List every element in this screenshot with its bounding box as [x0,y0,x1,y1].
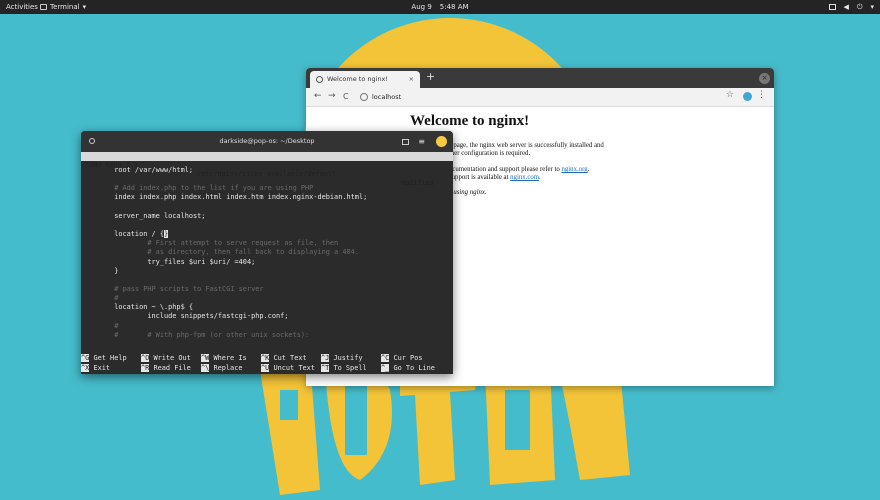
editor-line: server_name localhost; [81,211,206,220]
shortcut-label: To Spell [329,364,367,372]
paragraph-2-text-d: . [539,174,541,182]
shortcut-label: Replace [209,364,243,372]
new-tab-icon[interactable] [402,139,409,145]
screen-icon [828,4,836,10]
editor-line: location ~ \.php$ { [81,303,194,312]
favicon-icon [316,76,323,83]
nginx-com-link[interactable]: nginx.com [510,174,539,181]
editor-line: location / {} [81,230,169,239]
editor-line: # # With php-fpm (or other unix sockets)… [81,330,310,339]
text-cursor: } [163,230,169,239]
nano-shortcut[interactable]: ^U Uncut Text [261,363,315,373]
hamburger-menu-icon[interactable]: ≡ [418,131,425,152]
nano-shortcut[interactable]: ^W Where Is [201,353,247,363]
editor-line: index index.php index.html index.htm ind… [81,193,368,202]
nano-shortcut[interactable]: ^_ Go To Line [381,363,435,373]
shortcut-label: Where Is [209,354,247,362]
terminal-headerbar: darkside@pop-os: ~/Desktop ≡ [81,131,453,152]
nano-shortcut[interactable]: ^\ Replace [201,363,243,373]
clock-time: 5:48 AM [439,3,469,11]
terminal-window: darkside@pop-os: ~/Desktop ≡ GNU nano 3.… [81,131,453,374]
nano-shortcut[interactable]: ^C Cur Pos [381,353,423,363]
browser-tab[interactable]: Welcome to nginx! × [310,71,420,88]
nano-shortcut[interactable]: ^O Write Out [141,353,191,363]
nginx-org-link[interactable]: nginx.org [562,166,588,173]
system-tray[interactable]: ◀ ⏻ ▾ [828,0,874,14]
shortcut-label: Go To Line [389,364,435,372]
editor-line: # [81,321,119,330]
editor-line: root /var/www/html; [81,166,194,174]
paragraph-2-text-b: . [587,166,590,173]
info-icon [360,93,368,101]
browser-tab-strip: Welcome to nginx! × + × [306,68,774,88]
browser-close-button[interactable]: × [759,73,770,84]
page-paragraph-2: ocumentation and support please refer to… [449,166,589,183]
tray-chevron-icon: ▾ [870,3,874,11]
paragraph-2-text-a: ocumentation and support please refer to [449,166,562,173]
shortcut-label: Justify [329,354,363,362]
nano-shortcut[interactable]: ^J Justify [321,353,363,363]
page-paragraph-3: r using nginx. [449,189,487,196]
editor-line: # First attempt to serve request as file… [81,239,339,248]
bookmark-star-icon[interactable]: ☆ [726,90,734,100]
shortcut-label: Read File [149,364,191,372]
nano-shortcut[interactable]: ^K Cut Text [261,353,307,363]
nano-shortcut[interactable]: ^R Read File [141,363,191,373]
nano-shortcut-bar: ^G Get Help ^O Write Out ^W Where Is ^K Cut… [81,352,453,374]
reload-button[interactable]: C [343,92,349,101]
volume-icon: ◀ [843,3,849,11]
top-panel: Activities Terminal ▾ Aug 9 5:48 AM ◀ ⏻ ▾ [0,0,880,14]
clock[interactable]: Aug 9 5:48 AM [0,0,880,14]
browser-toolbar: ← → C localhost ☆ ⋮ [306,88,774,107]
address-bar-url: localhost [372,93,402,101]
shortcut-label: Write Out [149,354,191,362]
shortcut-label: Exit [89,364,111,372]
editor-line: } [81,266,119,275]
forward-button[interactable]: → [328,91,336,101]
tab-title: Welcome to nginx! [327,75,389,83]
address-bar[interactable]: localhost [360,91,401,103]
terminal-close-button[interactable] [436,136,447,147]
shortcut-label: Get Help [89,354,127,362]
extension-icon[interactable] [743,92,752,101]
nano-shortcut[interactable]: ^T To Spell [321,363,367,373]
editor-line: include snippets/fastcgi-php.conf; [81,312,289,321]
new-tab-button[interactable]: + [426,70,435,83]
browser-menu-button[interactable]: ⋮ [757,90,766,100]
paragraph-1-line-2: ther configuration is required. [449,150,531,158]
editor-line: # Add index.php to the list if you are u… [81,184,314,193]
back-button[interactable]: ← [314,91,322,101]
editor-content[interactable]: root /var/www/html; # Add index.php to t… [81,162,453,352]
terminal-title: darkside@pop-os: ~/Desktop [219,137,315,145]
nano-shortcut[interactable]: ^G Get Help [81,353,127,363]
tab-close-icon[interactable]: × [409,71,414,88]
editor-line: # as directory, then fall back to displa… [81,248,359,257]
shortcut-label: Cur Pos [389,354,423,362]
paragraph-1-line-1: s page, the nginx web server is successf… [449,142,604,149]
editor-line: # pass PHP scripts to FastCGI server [81,284,264,293]
nano-title-bar: GNU nano 3.2 /etc/nginx/sites-available/… [81,152,453,187]
nano-shortcut[interactable]: ^X Exit [81,363,110,373]
shortcut-label: Cut Text [269,354,307,362]
clock-date: Aug 9 [411,3,432,11]
page-heading: Welcome to nginx! [410,113,530,129]
editor-line: try_files $uri $uri/ =404; [81,257,256,266]
paragraph-2-text-c: support is available at [449,174,511,182]
editor-line: # [81,294,119,303]
page-paragraph-1: s page, the nginx web server is successf… [449,142,604,159]
power-icon: ⏻ [856,3,863,11]
shortcut-label: Uncut Text [269,364,315,372]
